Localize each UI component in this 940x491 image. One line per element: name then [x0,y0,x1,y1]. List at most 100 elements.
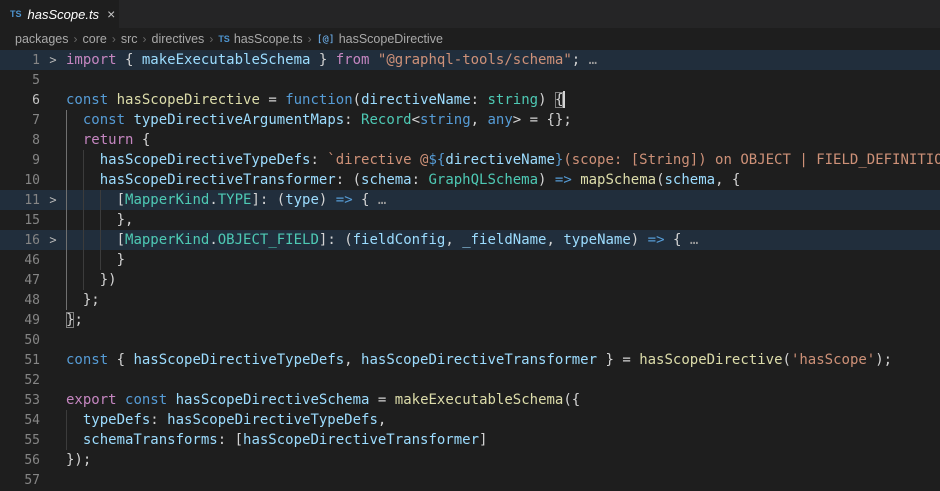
close-icon[interactable]: × [107,7,115,21]
indent-guide [66,290,67,310]
code-token: … [378,192,386,208]
code-token: directiveName [361,92,471,108]
line-number: 57 [0,471,40,491]
code-line-50[interactable]: 50 [0,330,940,350]
code-line-53[interactable]: 53export const hasScopeDirectiveSchema =… [0,390,940,410]
code-line-1[interactable]: 1>import { makeExecutableSchema } from "… [0,50,940,70]
code-token [66,132,83,148]
code-token: { [108,352,133,368]
code-token [572,172,580,188]
fold-chevron-icon[interactable]: > [40,190,66,210]
code-token: schema [361,172,412,188]
code-token: return [83,132,134,148]
code-line-46[interactable]: 46 } [0,250,940,270]
code-token: MapperKind [125,232,209,248]
line-number: 53 [0,391,40,411]
breadcrumb-label: directives [152,32,205,46]
code-token: => [336,192,353,208]
code-line-52[interactable]: 52 [0,370,940,390]
code-token [66,112,83,128]
code-line-8[interactable]: 8 return { [0,130,940,150]
text-cursor [563,91,565,108]
code-line-54[interactable]: 54 typeDefs: hasScopeDirectiveTypeDefs, [0,410,940,430]
indent-guide [83,190,84,210]
code-token: ; [572,52,589,68]
indent-guide [66,150,67,170]
code-token: }); [66,452,91,468]
line-number: 52 [0,371,40,391]
code-token: ) [631,232,648,248]
code-token: makeExecutableSchema [395,392,564,408]
code-line-47[interactable]: 47 }) [0,270,940,290]
code-token: ]: ( [251,192,285,208]
code-line-15[interactable]: 15 }, [0,210,940,230]
code-token: ${ [428,152,445,168]
indent-guide [83,230,84,250]
breadcrumb-item-directives[interactable]: directives [152,32,205,46]
code-token: type [285,192,319,208]
breadcrumb-item-packages[interactable]: packages [15,32,69,46]
code-token: : [150,412,167,428]
line-number: 6 [0,91,40,111]
code-token [117,392,125,408]
breadcrumb-label: hasScopeDirective [339,32,443,46]
code-line-11[interactable]: 11> [MapperKind.TYPE]: (type) => { … [0,190,940,210]
breadcrumb-label: hasScope.ts [234,32,303,46]
breadcrumb-item-core[interactable]: core [83,32,107,46]
code-line-6[interactable]: 6const hasScopeDirective = function(dire… [0,90,940,110]
typescript-file-icon: TS [218,34,230,44]
code-token: [ [66,192,125,208]
code-token: . [209,232,217,248]
code-line-49[interactable]: 49}; [0,310,940,330]
breadcrumb-item-src[interactable]: src [121,32,138,46]
line-number: 55 [0,431,40,451]
code-line-5[interactable]: 5 [0,70,940,90]
code-token: hasScopeDirectiveTransformer [361,352,597,368]
code-token: ] [479,432,487,448]
code-line-48[interactable]: 48 }; [0,290,940,310]
code-token: < [412,112,420,128]
line-number: 10 [0,171,40,191]
code-token: = [369,392,394,408]
code-line-55[interactable]: 55 schemaTransforms: [hasScopeDirectiveT… [0,430,940,450]
indent-guide [66,270,67,290]
breadcrumb-item-hasscopedirective[interactable]: [@]hasScopeDirective [317,32,443,46]
code-token [66,412,83,428]
indent-guide [66,210,67,230]
indent-guide [100,230,101,250]
code-line-9[interactable]: 9 hasScopeDirectiveTypeDefs: `directive … [0,150,940,170]
code-line-10[interactable]: 10 hasScopeDirectiveTransformer: (schema… [0,170,940,190]
code-token: _fieldName [462,232,546,248]
code-token [167,392,175,408]
code-line-16[interactable]: 16> [MapperKind.OBJECT_FIELD]: (fieldCon… [0,230,940,250]
breadcrumb-item-hasscope-ts[interactable]: TS hasScope.ts [218,32,302,46]
code-token: => [648,232,665,248]
code-token: (scope: [String]) on OBJECT | FIELD_DEFI… [563,152,940,168]
fold-chevron-icon[interactable]: > [40,50,66,70]
code-line-7[interactable]: 7 const typeDirectiveArgumentMaps: Recor… [0,110,940,130]
indent-guide [100,190,101,210]
code-token [108,92,116,108]
code-token: hasScopeDirectiveTypeDefs [100,152,311,168]
breadcrumb-separator-icon: › [209,32,213,46]
code-token: export [66,392,117,408]
code-token: const [125,392,167,408]
code-token: import [66,52,117,68]
code-token: OBJECT_FIELD [218,232,319,248]
code-line-57[interactable]: 57 [0,470,940,490]
indent-guide [83,210,84,230]
code-token: } [310,52,335,68]
indent-guide [66,190,67,210]
indent-guide [100,250,101,270]
code-token: any [487,112,512,128]
code-line-56[interactable]: 56}); [0,450,940,470]
code-token [369,52,377,68]
code-token: ]: ( [319,232,353,248]
indent-guide [66,230,67,250]
editor-tab-hasscope[interactable]: TS hasScope.ts × [0,0,120,28]
indent-guide [66,410,67,430]
indent-guide [83,250,84,270]
code-line-51[interactable]: 51const { hasScopeDirectiveTypeDefs, has… [0,350,940,370]
fold-chevron-icon[interactable]: > [40,230,66,250]
code-token [66,432,83,448]
